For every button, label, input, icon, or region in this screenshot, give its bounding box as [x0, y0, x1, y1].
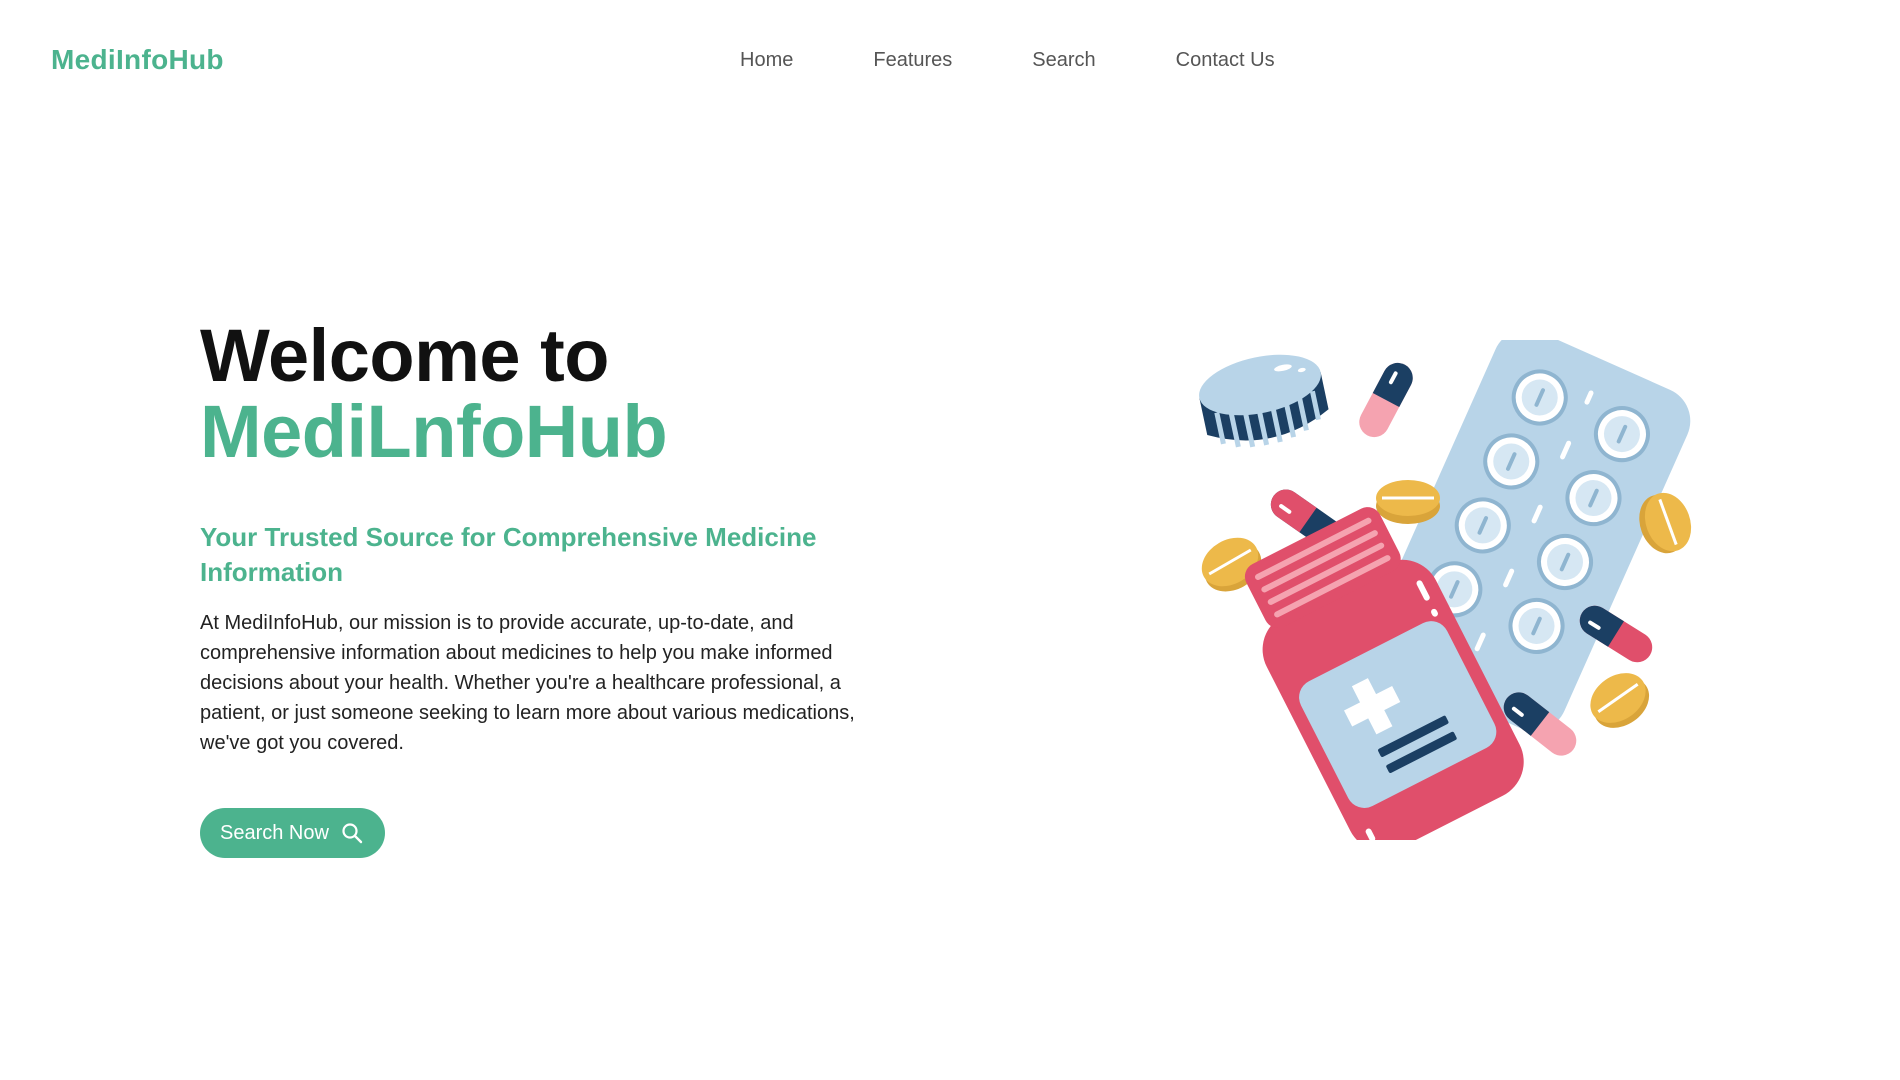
nav-features[interactable]: Features: [873, 49, 952, 72]
capsule-top: [1359, 362, 1413, 438]
hero-section: Welcome to MediLnfoHub Your Trusted Sour…: [200, 318, 920, 858]
hero-title-line1: Welcome to: [200, 314, 609, 397]
nav-search[interactable]: Search: [1032, 49, 1095, 72]
hero-description: At MediInfoHub, our mission is to provid…: [200, 612, 855, 754]
hero-title: Welcome to MediLnfoHub: [200, 318, 920, 470]
yellow-pill-lower-right: [1590, 673, 1650, 728]
hero-title-brand: MediLnfoHub: [200, 390, 668, 473]
nav-home[interactable]: Home: [740, 49, 793, 72]
hero-subtitle: Your Trusted Source for Comprehensive Me…: [200, 522, 817, 587]
main-nav: Home Features Search Contact Us: [740, 49, 1275, 72]
search-now-label: Search Now: [220, 821, 329, 844]
nav-contact-us[interactable]: Contact Us: [1176, 49, 1275, 72]
bottle-cap: [1199, 354, 1329, 448]
logo[interactable]: MediInfoHub: [51, 44, 224, 76]
search-icon: [342, 823, 363, 844]
medicine-illustration: [1199, 340, 1692, 840]
yellow-pill-middle: [1376, 480, 1440, 524]
page: MediInfoHub Home Features Search Contact…: [0, 0, 1900, 1080]
search-now-button[interactable]: Search Now: [200, 808, 385, 858]
